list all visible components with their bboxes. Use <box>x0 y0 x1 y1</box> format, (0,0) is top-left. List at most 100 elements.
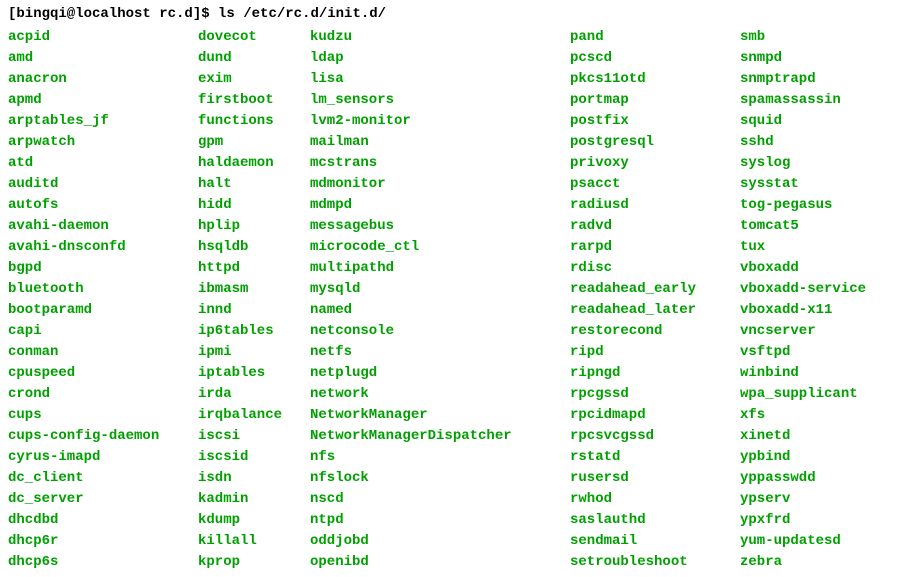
file-entry: tux <box>740 237 866 258</box>
file-entry: netfs <box>310 342 570 363</box>
file-entry: messagebus <box>310 216 570 237</box>
file-entry: rpcgssd <box>570 384 740 405</box>
file-entry: radvd <box>570 216 740 237</box>
file-entry: rpcsvcgssd <box>570 426 740 447</box>
file-entry: xinetd <box>740 426 866 447</box>
file-entry: ripngd <box>570 363 740 384</box>
file-entry: acpid <box>8 27 198 48</box>
file-entry: atd <box>8 153 198 174</box>
file-entry: snmptrapd <box>740 69 866 90</box>
file-entry: avahi-daemon <box>8 216 198 237</box>
file-entry: pkcs11otd <box>570 69 740 90</box>
file-entry: ripd <box>570 342 740 363</box>
file-entry: vncserver <box>740 321 866 342</box>
file-entry: iptables <box>198 363 310 384</box>
file-entry: ldap <box>310 48 570 69</box>
file-entry: functions <box>198 111 310 132</box>
file-entry: apmd <box>8 90 198 111</box>
file-entry: network <box>310 384 570 405</box>
file-entry: hsqldb <box>198 237 310 258</box>
file-entry: openibd <box>310 552 570 573</box>
file-entry: dhcp6r <box>8 531 198 552</box>
file-entry: nfs <box>310 447 570 468</box>
file-entry: irda <box>198 384 310 405</box>
file-entry: ibmasm <box>198 279 310 300</box>
file-entry: NetworkManagerDispatcher <box>310 426 570 447</box>
file-entry: dhcp6s <box>8 552 198 573</box>
file-entry: sysstat <box>740 174 866 195</box>
file-entry: mcstrans <box>310 153 570 174</box>
file-entry: kadmin <box>198 489 310 510</box>
file-entry: dc_server <box>8 489 198 510</box>
file-entry: sshd <box>740 132 866 153</box>
file-entry: mdmonitor <box>310 174 570 195</box>
file-entry: innd <box>198 300 310 321</box>
file-entry: amd <box>8 48 198 69</box>
file-entry: ip6tables <box>198 321 310 342</box>
file-entry: vboxadd-x11 <box>740 300 866 321</box>
file-entry: smb <box>740 27 866 48</box>
column-3: kudzuldaplisalm_sensorslvm2-monitormailm… <box>310 27 570 573</box>
file-entry: sendmail <box>570 531 740 552</box>
ls-output: acpidamdanacronapmdarptables_jfarpwatcha… <box>8 27 906 573</box>
file-entry: ypxfrd <box>740 510 866 531</box>
file-entry: privoxy <box>570 153 740 174</box>
column-5: smbsnmpdsnmptrapdspamassassinsquidsshdsy… <box>740 27 866 573</box>
file-entry: zebra <box>740 552 866 573</box>
file-entry: portmap <box>570 90 740 111</box>
file-entry: bgpd <box>8 258 198 279</box>
file-entry: hidd <box>198 195 310 216</box>
file-entry: rarpd <box>570 237 740 258</box>
file-entry: dund <box>198 48 310 69</box>
file-entry: snmpd <box>740 48 866 69</box>
file-entry: readahead_early <box>570 279 740 300</box>
file-entry: iscsid <box>198 447 310 468</box>
file-entry: yum-updatesd <box>740 531 866 552</box>
file-entry: postfix <box>570 111 740 132</box>
file-entry: cpuspeed <box>8 363 198 384</box>
file-entry: dc_client <box>8 468 198 489</box>
column-2: dovecotdundeximfirstbootfunctionsgpmhald… <box>198 27 310 573</box>
file-entry: multipathd <box>310 258 570 279</box>
file-entry: iscsi <box>198 426 310 447</box>
shell-prompt: [bingqi@localhost rc.d]$ ls /etc/rc.d/in… <box>8 4 906 25</box>
file-entry: ypserv <box>740 489 866 510</box>
file-entry: ipmi <box>198 342 310 363</box>
file-entry: anacron <box>8 69 198 90</box>
file-entry: winbind <box>740 363 866 384</box>
file-entry: tomcat5 <box>740 216 866 237</box>
file-entry: exim <box>198 69 310 90</box>
column-1: acpidamdanacronapmdarptables_jfarpwatcha… <box>8 27 198 573</box>
file-entry: kdump <box>198 510 310 531</box>
file-entry: spamassassin <box>740 90 866 111</box>
file-entry: autofs <box>8 195 198 216</box>
file-entry: isdn <box>198 468 310 489</box>
file-entry: pcscd <box>570 48 740 69</box>
file-entry: ypbind <box>740 447 866 468</box>
file-entry: netconsole <box>310 321 570 342</box>
file-entry: restorecond <box>570 321 740 342</box>
file-entry: dovecot <box>198 27 310 48</box>
file-entry: bluetooth <box>8 279 198 300</box>
file-entry: avahi-dnsconfd <box>8 237 198 258</box>
file-entry: arptables_jf <box>8 111 198 132</box>
file-entry: rwhod <box>570 489 740 510</box>
file-entry: bootparamd <box>8 300 198 321</box>
file-entry: syslog <box>740 153 866 174</box>
file-entry: xfs <box>740 405 866 426</box>
file-entry: microcode_ctl <box>310 237 570 258</box>
file-entry: mysqld <box>310 279 570 300</box>
file-entry: httpd <box>198 258 310 279</box>
file-entry: kudzu <box>310 27 570 48</box>
file-entry: tog-pegasus <box>740 195 866 216</box>
file-entry: netplugd <box>310 363 570 384</box>
file-entry: vboxadd-service <box>740 279 866 300</box>
file-entry: rusersd <box>570 468 740 489</box>
file-entry: lvm2-monitor <box>310 111 570 132</box>
file-entry: oddjobd <box>310 531 570 552</box>
file-entry: readahead_later <box>570 300 740 321</box>
file-entry: ntpd <box>310 510 570 531</box>
file-entry: squid <box>740 111 866 132</box>
file-entry: nscd <box>310 489 570 510</box>
file-entry: capi <box>8 321 198 342</box>
